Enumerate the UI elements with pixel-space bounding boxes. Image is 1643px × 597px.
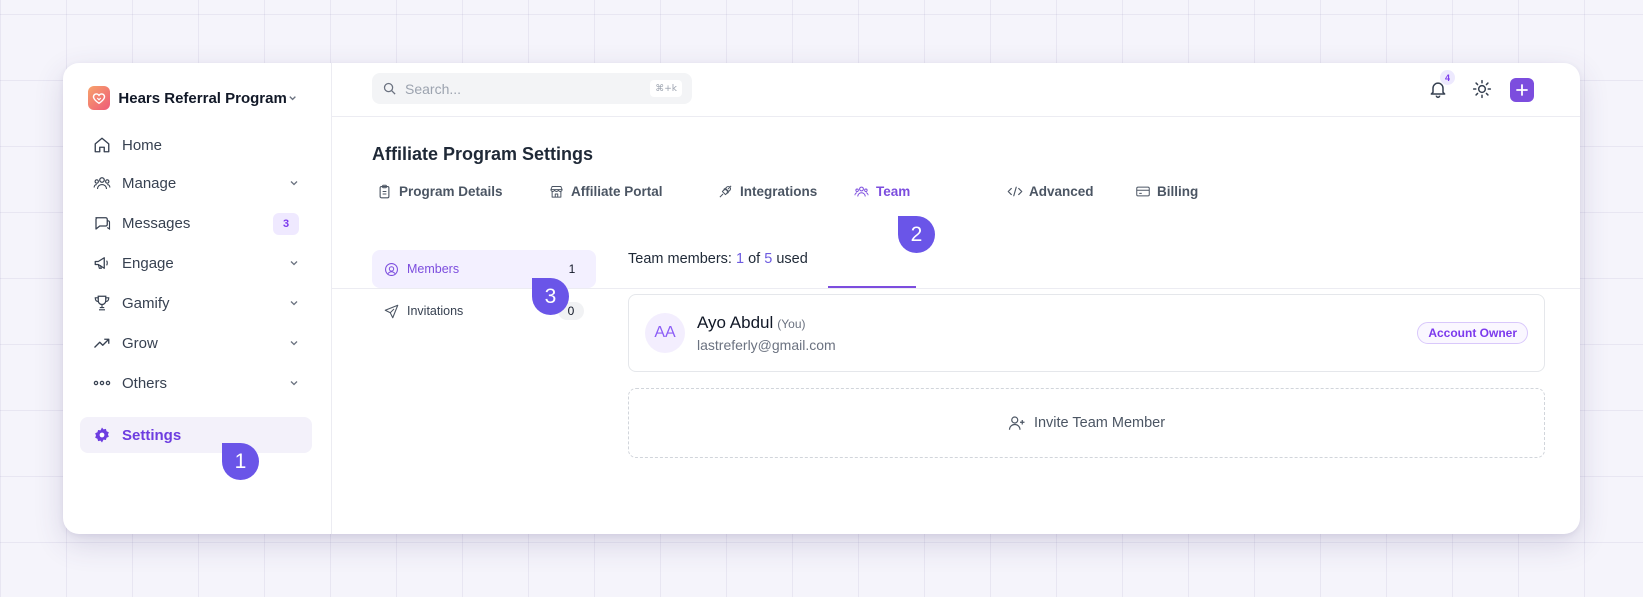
sidebar-item-settings[interactable]: Settings — [80, 417, 312, 453]
sidebar-item-label: Home — [122, 136, 163, 154]
step-marker-1: 1 — [222, 443, 259, 480]
plus-icon — [1516, 84, 1528, 96]
chevron-down-icon — [290, 341, 298, 346]
members-used-count: 1 — [735, 251, 745, 267]
chat-icon — [92, 213, 112, 233]
avatar: AA — [645, 313, 685, 353]
sidebar-item-engage[interactable]: Engage — [80, 245, 312, 281]
tab-label: Advanced — [1029, 183, 1094, 199]
tab-integrations[interactable]: Integrations — [718, 173, 817, 209]
sidebar-item-grow[interactable]: Grow — [80, 325, 312, 361]
home-icon — [92, 135, 112, 155]
sun-icon — [1472, 79, 1492, 99]
invite-team-member-button[interactable]: Invite Team Member — [628, 388, 1545, 458]
create-new-button[interactable] — [1510, 78, 1534, 102]
top-bar: ⌘+k 4 — [332, 63, 1580, 117]
you-tag: (You) — [777, 317, 806, 331]
plug-icon — [718, 183, 734, 199]
chevron-down-icon — [290, 261, 298, 266]
trending-up-icon — [92, 333, 112, 353]
subnav-label: Invitations — [407, 304, 464, 318]
sidebar: Hears Referral Program Home Manage Messa… — [63, 63, 332, 534]
sidebar-item-messages[interactable]: Messages 3 — [80, 205, 312, 241]
search-icon — [383, 82, 396, 95]
tab-label: Affiliate Portal — [571, 183, 663, 199]
chevron-down-icon — [290, 381, 298, 386]
user-plus-icon — [1008, 414, 1026, 432]
program-switcher[interactable]: Hears Referral Program — [88, 85, 308, 111]
send-icon — [384, 304, 399, 318]
sidebar-item-home[interactable]: Home — [80, 127, 312, 163]
sidebar-item-others[interactable]: Others — [80, 365, 312, 401]
main-content: ⌘+k 4 Affiliate Program Settings Program… — [332, 63, 1580, 534]
notifications-button[interactable]: 4 — [1428, 70, 1455, 101]
brand-logo-icon — [88, 86, 111, 110]
more-dots-icon — [92, 373, 112, 393]
card-icon — [1135, 183, 1151, 199]
member-name-row: Ayo Abdul (You) — [697, 313, 806, 333]
tab-label: Team — [876, 183, 911, 199]
chevron-down-icon — [289, 96, 296, 101]
gear-icon — [92, 425, 112, 445]
invite-label: Invite Team Member — [1033, 415, 1166, 431]
users-icon — [92, 173, 112, 193]
sidebar-item-label: Manage — [122, 174, 177, 192]
step-marker-2: 2 — [898, 216, 935, 253]
team-icon — [854, 183, 870, 199]
tab-advanced[interactable]: Advanced — [1007, 173, 1094, 209]
theme-toggle-button[interactable] — [1472, 79, 1494, 101]
trophy-icon — [92, 293, 112, 313]
tab-affiliate-portal[interactable]: Affiliate Portal — [549, 173, 663, 209]
tab-team[interactable]: Team — [854, 173, 910, 209]
sidebar-item-label: Gamify — [122, 294, 170, 312]
tab-label: Program Details — [399, 183, 503, 199]
program-name: Hears Referral Program — [118, 89, 287, 107]
sidebar-item-label: Messages — [122, 214, 191, 232]
tab-label: Billing — [1157, 183, 1199, 199]
subnav-label: Members — [407, 262, 460, 276]
user-circle-icon — [385, 262, 398, 276]
summary-of: of — [748, 251, 761, 267]
sidebar-item-label: Settings — [122, 426, 182, 444]
sidebar-item-label: Others — [122, 374, 168, 392]
role-badge: Account Owner — [1417, 322, 1528, 344]
messages-count-badge: 3 — [273, 213, 299, 235]
member-name: Ayo Abdul — [697, 313, 774, 332]
member-card: AA Ayo Abdul (You) lastreferly@gmail.com … — [628, 294, 1545, 372]
summary-prefix: Team members: — [628, 251, 732, 267]
chevron-down-icon — [290, 181, 298, 186]
megaphone-icon — [92, 253, 112, 273]
tabs-divider — [332, 288, 1580, 289]
team-usage-summary: Team members: 1 of 5 used — [628, 251, 808, 267]
search-input[interactable] — [405, 80, 635, 97]
sidebar-item-label: Grow — [122, 334, 158, 352]
tab-billing[interactable]: Billing — [1135, 173, 1198, 209]
code-icon — [1007, 183, 1023, 199]
step-marker-3: 3 — [532, 278, 569, 315]
tab-label: Integrations — [740, 183, 818, 199]
members-count: 1 — [568, 262, 576, 276]
members-total-count: 5 — [764, 251, 773, 267]
tab-program-details[interactable]: Program Details — [377, 173, 503, 209]
clipboard-icon — [377, 183, 393, 199]
page-title: Affiliate Program Settings — [372, 144, 594, 164]
summary-suffix: used — [776, 251, 808, 267]
sidebar-item-gamify[interactable]: Gamify — [80, 285, 312, 321]
chevron-down-icon — [290, 301, 298, 306]
sidebar-item-label: Engage — [122, 254, 174, 272]
search-shortcut-hint: ⌘+k — [650, 80, 682, 97]
active-tab-indicator — [828, 286, 916, 288]
notification-count-badge: 4 — [1440, 70, 1455, 85]
sidebar-item-manage[interactable]: Manage — [80, 165, 312, 201]
search-box[interactable]: ⌘+k — [372, 73, 692, 104]
member-email: lastreferly@gmail.com — [697, 337, 836, 353]
storefront-icon — [549, 183, 565, 199]
app-window: Hears Referral Program Home Manage Messa… — [63, 63, 1580, 534]
